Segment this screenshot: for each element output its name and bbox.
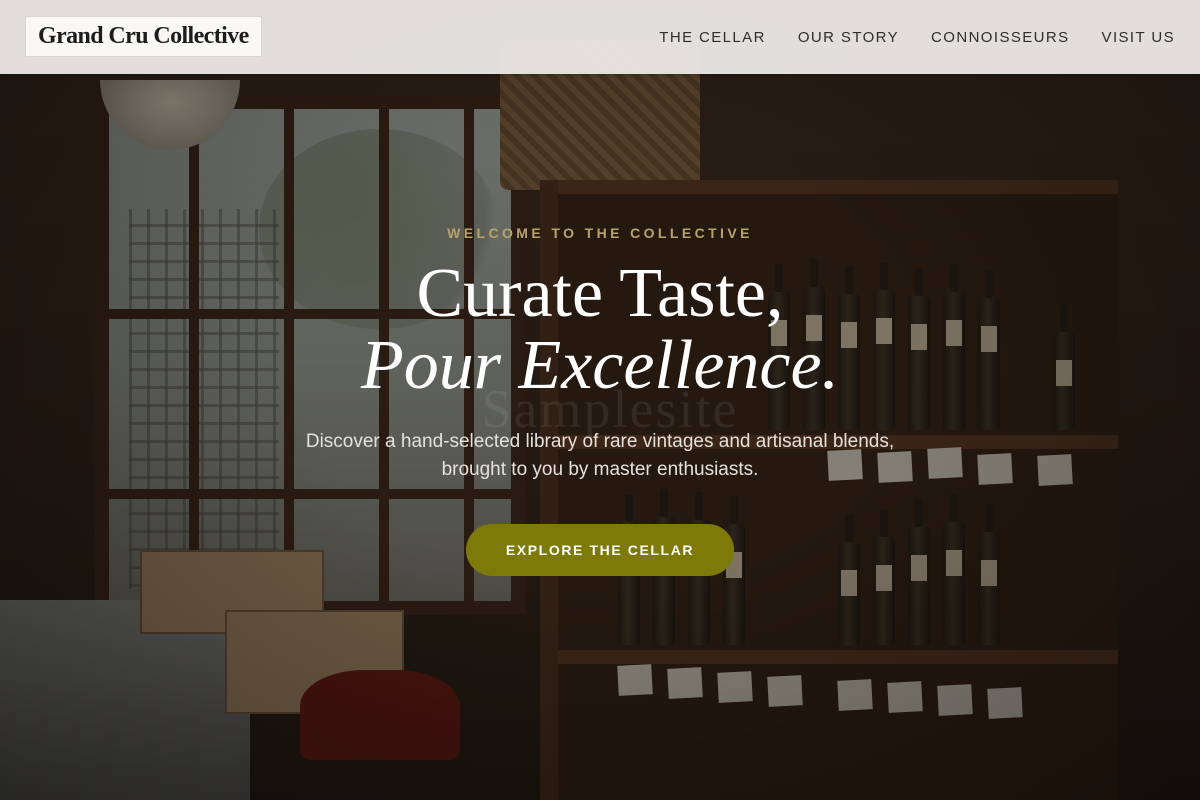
hero-content: Samplesite WELCOME TO THE COLLECTIVE Cur… [0,0,1200,800]
navbar: Grand Cru Collective THE CELLAR OUR STOR… [0,0,1200,74]
headline-line-1: Curate Taste, [416,255,784,332]
explore-cellar-button[interactable]: EXPLORE THE CELLAR [466,524,734,576]
nav-link-visit-us[interactable]: VISIT US [1102,29,1175,46]
hero-headline: Curate Taste, Pour Excellence. [0,258,1200,402]
headline-line-2: Pour Excellence. [360,327,840,404]
hero-subtext: Discover a hand-selected library of rare… [305,431,895,480]
nav-link-the-cellar[interactable]: THE CELLAR [659,29,766,46]
brand-logo[interactable]: Grand Cru Collective [25,16,262,57]
nav-link-connoisseurs[interactable]: CONNOISSEURS [931,29,1070,46]
nav-menu: THE CELLAR OUR STORY CONNOISSEURS VISIT … [659,0,1175,74]
nav-link-our-story[interactable]: OUR STORY [798,29,899,46]
hero-eyebrow: WELCOME TO THE COLLECTIVE [447,225,753,241]
